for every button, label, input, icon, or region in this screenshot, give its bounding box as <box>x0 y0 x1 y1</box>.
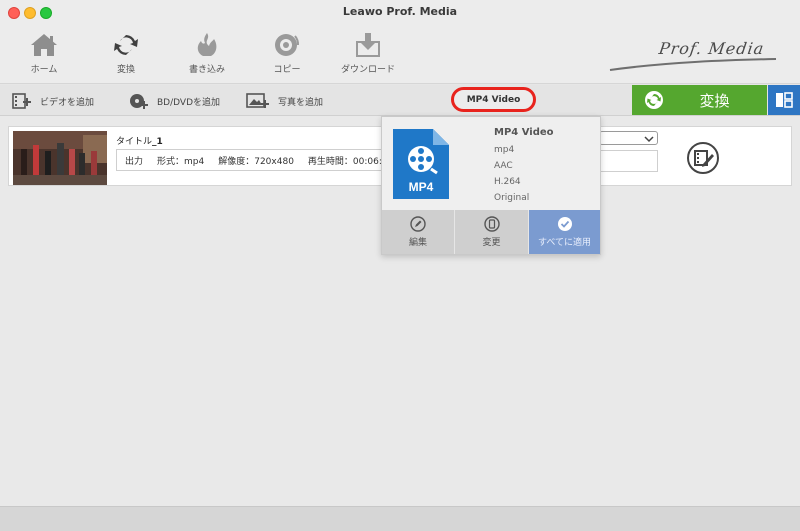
toolbar-download-button[interactable]: ダウンロード <box>328 32 408 75</box>
file-title-suffix: _1 <box>152 137 163 147</box>
burn-icon <box>197 33 217 56</box>
toolbar-copy-button[interactable]: コピー <box>247 32 327 75</box>
disc-add-icon <box>130 94 148 109</box>
brand-swoosh-icon <box>609 58 777 71</box>
profile-video-codec: H.264 <box>494 177 521 187</box>
audio-track-field[interactable] <box>599 150 658 172</box>
title-bar: Leawo Prof. Media <box>0 0 800 24</box>
toolbar-home-button[interactable]: ホーム <box>4 32 84 75</box>
popup-edit-button[interactable]: 編集 <box>382 210 455 254</box>
download-icon <box>356 33 380 57</box>
profile-selector-button[interactable]: MP4 Video <box>451 87 536 112</box>
output-format: 形式：mp4 <box>157 156 205 167</box>
popup-actions: 編集 変更 すべてに適用 <box>382 210 600 254</box>
output-info-box: 出力 形式：mp4 解像度：720x480 再生時間：00:06:46 <box>116 149 406 171</box>
add-video-label: ビデオを追加 <box>40 97 95 108</box>
mp4-file-icon: MP4 <box>393 129 449 199</box>
chevron-down-icon <box>644 136 654 143</box>
pencil-icon <box>410 216 426 232</box>
add-photo-label: 写真を追加 <box>278 97 324 108</box>
add-video-button[interactable]: ビデオを追加 <box>12 91 94 111</box>
subtitle-dropdown[interactable] <box>599 131 658 145</box>
toolbar-download-label: ダウンロード <box>340 65 395 75</box>
home-icon <box>31 34 57 56</box>
add-bd-dvd-button[interactable]: BD/DVDを追加 <box>129 91 220 111</box>
window-title: Leawo Prof. Media <box>342 5 458 18</box>
device-icon <box>483 216 500 232</box>
toolbar-home-label: ホーム <box>30 65 58 75</box>
photo-add-icon <box>246 93 269 108</box>
convert-icon <box>114 35 138 55</box>
popup-change-label: 変更 <box>482 238 501 248</box>
edit-video-icon[interactable] <box>686 141 720 175</box>
mp4-icon-text: MP4 <box>409 180 434 194</box>
file-title: タイトル_1 <box>116 134 163 147</box>
app-window: Leawo Prof. Media ホーム 変換 書き込み コピー ダウンロード… <box>0 0 800 531</box>
check-circle-icon <box>557 217 572 231</box>
toolbar-burn-button[interactable]: 書き込み <box>167 32 247 75</box>
toolbar-burn-label: 書き込み <box>188 65 225 75</box>
layout-icon <box>776 92 793 108</box>
toolbar-copy-label: コピー <box>273 65 301 75</box>
film-add-icon <box>12 93 31 109</box>
profile-audio-codec: AAC <box>494 161 513 171</box>
toolbar-convert-button[interactable]: 変換 <box>86 32 166 75</box>
popup-apply-all-button[interactable]: すべてに適用 <box>529 210 600 254</box>
profile-resolution: Original <box>494 193 530 203</box>
status-bar <box>0 506 800 531</box>
layout-toggle-button[interactable] <box>768 85 800 115</box>
toolbar-convert-label: 変換 <box>116 65 135 75</box>
profile-popup: MP4 MP4 Video mp4 AAC H.264 Original 編集 … <box>381 116 601 255</box>
video-thumbnail <box>13 131 107 185</box>
disc-copy-icon <box>275 34 299 56</box>
file-title-prefix: タイトル <box>116 137 153 147</box>
add-photo-button[interactable]: 写真を追加 <box>246 91 323 111</box>
output-label: 出力 <box>125 156 144 167</box>
main-toolbar: ホーム 変換 書き込み コピー ダウンロード Prof. Media <box>0 24 800 84</box>
popup-apply-all-label: すべてに適用 <box>537 238 591 248</box>
popup-edit-label: 編集 <box>408 238 427 248</box>
brand-logo: Prof. Media <box>657 39 766 58</box>
output-resolution: 解像度：720x480 <box>218 156 294 167</box>
convert-refresh-icon <box>645 91 663 109</box>
profile-name: MP4 Video <box>494 127 554 138</box>
convert-button[interactable]: 変換 <box>632 85 767 115</box>
popup-change-button[interactable]: 変更 <box>455 210 529 254</box>
add-bd-dvd-label: BD/DVDを追加 <box>157 97 220 108</box>
profile-format: mp4 <box>494 145 515 155</box>
convert-button-label: 変換 <box>699 91 730 110</box>
